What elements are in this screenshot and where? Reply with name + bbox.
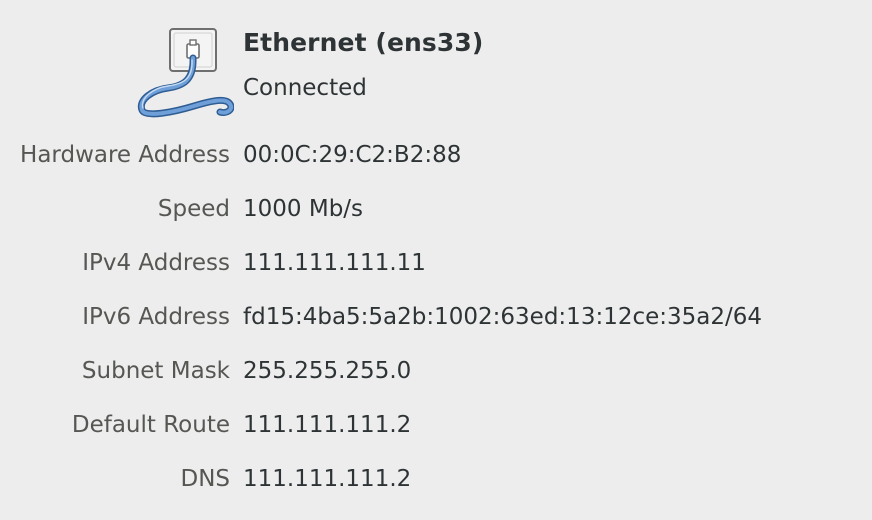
ethernet-cable-icon (137, 28, 234, 118)
speed-value: 1000 Mb/s (243, 196, 364, 222)
detail-row-subnet-mask: Subnet Mask 255.255.255.0 (0, 346, 872, 400)
detail-row-dns: DNS 111.111.111.2 (0, 454, 872, 508)
hardware-address-value: 00:0C:29:C2:B2:88 (243, 142, 462, 168)
ipv6-address-value: fd15:4ba5:5a2b:1002:63ed:13:12ce:35a2/64 (243, 304, 763, 330)
device-header: Ethernet (ens33) Connected (0, 0, 872, 125)
detail-row-default-route: Default Route 111.111.111.2 (0, 400, 872, 454)
ipv6-address-label: IPv6 Address (82, 304, 230, 330)
device-title: Ethernet (ens33) (243, 28, 484, 57)
speed-label: Speed (157, 196, 230, 222)
default-route-value: 111.111.111.2 (243, 412, 412, 438)
subnet-mask-label: Subnet Mask (81, 358, 230, 384)
dns-value: 111.111.111.2 (243, 466, 412, 492)
subnet-mask-value: 255.255.255.0 (243, 358, 412, 384)
detail-row-hardware-address: Hardware Address 00:0C:29:C2:B2:88 (0, 130, 872, 184)
hardware-address-label: Hardware Address (20, 142, 230, 168)
detail-row-speed: Speed 1000 Mb/s (0, 184, 872, 238)
ipv4-address-value: 111.111.111.11 (243, 250, 426, 276)
default-route-label: Default Route (71, 412, 230, 438)
connection-status: Connected (243, 75, 367, 101)
ipv4-address-label: IPv4 Address (82, 250, 230, 276)
detail-row-ipv6-address: IPv6 Address fd15:4ba5:5a2b:1002:63ed:13… (0, 292, 872, 346)
detail-row-ipv4-address: IPv4 Address 111.111.111.11 (0, 238, 872, 292)
dns-label: DNS (180, 466, 230, 492)
connection-details: Hardware Address 00:0C:29:C2:B2:88 Speed… (0, 130, 872, 508)
